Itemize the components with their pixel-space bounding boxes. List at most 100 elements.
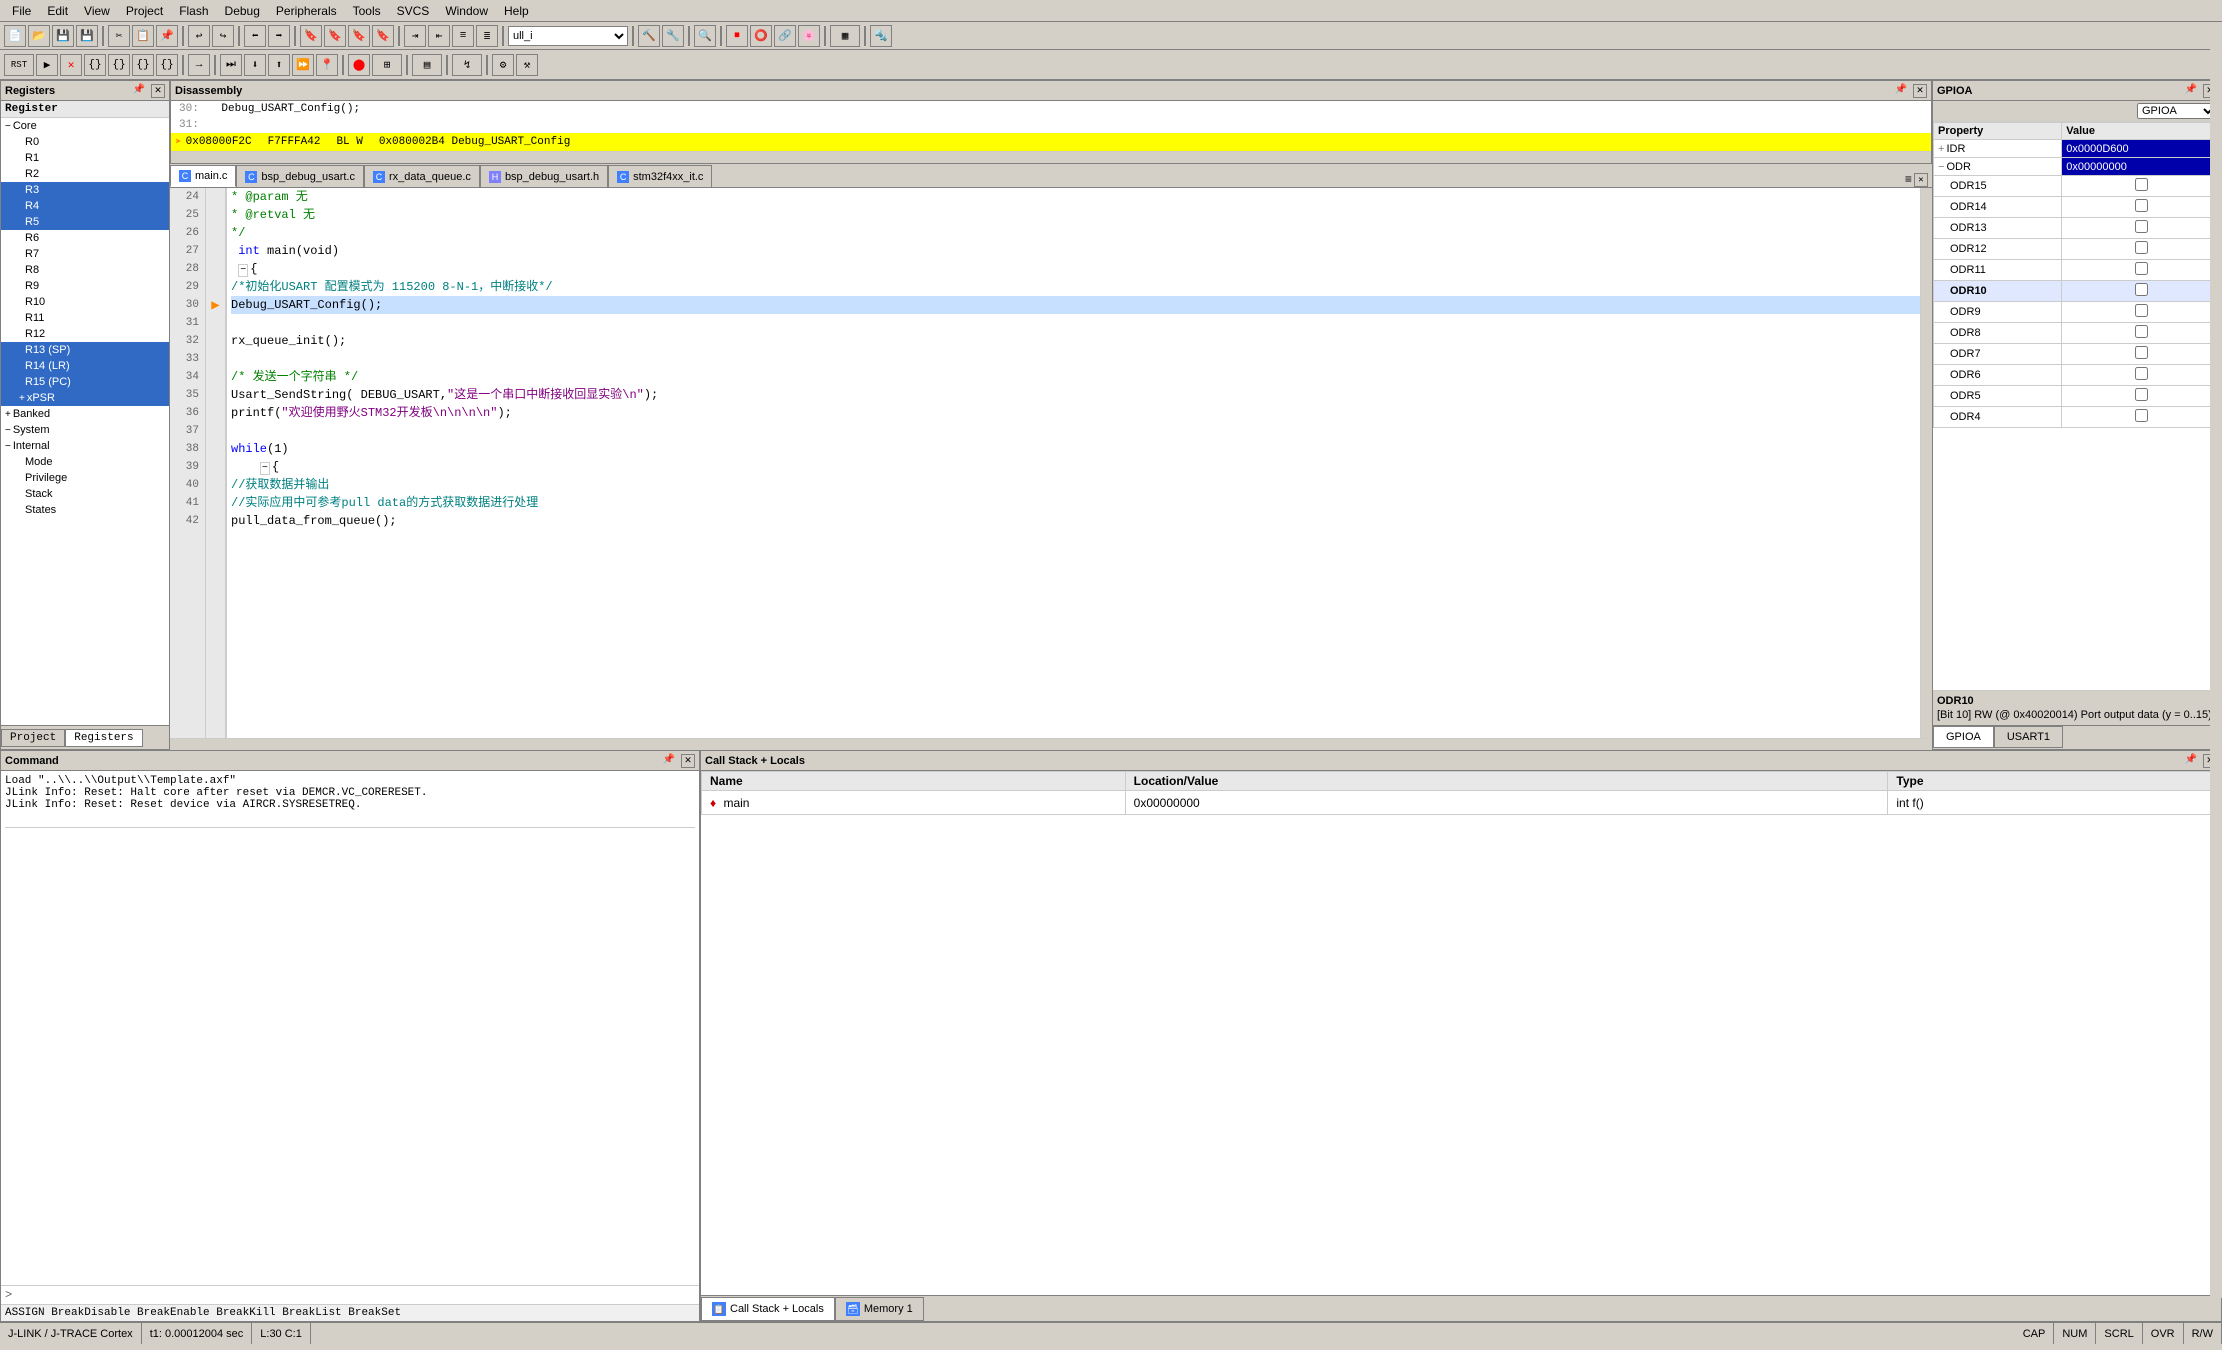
reg-r15[interactable]: R15 (PC) (1, 374, 169, 390)
prop-odr10-cb[interactable] (2062, 281, 2221, 302)
prop-odr8-cb[interactable] (2062, 323, 2221, 344)
reg-stack[interactable]: Stack (1, 486, 169, 502)
braces4-btn[interactable]: {} (156, 54, 178, 76)
reg-r5[interactable]: R5 (1, 214, 169, 230)
reg-r10[interactable]: R10 (1, 294, 169, 310)
search-btn[interactable]: 🔍 (694, 25, 716, 47)
disasm-scrollbar[interactable] (171, 151, 1931, 163)
odr15-checkbox[interactable] (2135, 178, 2148, 191)
prop-odr14-cb[interactable] (2062, 197, 2221, 218)
odr14-checkbox[interactable] (2135, 199, 2148, 212)
nav-fwd-btn[interactable]: ➡ (268, 25, 290, 47)
pin-callstack-icon[interactable]: 📌 (2185, 754, 2197, 768)
reg-r13[interactable]: R13 (SP) (1, 342, 169, 358)
reg-mode[interactable]: Mode (1, 454, 169, 470)
step-out-btn[interactable]: ⬆ (268, 54, 290, 76)
rebuild-btn[interactable]: 🔧 (662, 25, 684, 47)
indent-btn[interactable]: ⇥ (404, 25, 426, 47)
close-code-btn[interactable]: ✕ (1914, 173, 1928, 187)
debug-flower-btn[interactable]: 🌸 (798, 25, 820, 47)
rst-btn[interactable]: RST (4, 54, 34, 76)
prop-odr15-cb[interactable] (2062, 176, 2221, 197)
save-btn[interactable]: 💾 (52, 25, 74, 47)
menu-project[interactable]: Project (118, 2, 171, 20)
cl28-fold[interactable]: − (238, 264, 248, 277)
reg-group-system[interactable]: − System (1, 422, 169, 438)
debug-circle-btn[interactable]: ⭕ (750, 25, 772, 47)
arrow-btn[interactable]: → (188, 54, 210, 76)
new-btn[interactable]: 📄 (4, 25, 26, 47)
call-stack-content[interactable]: Name Location/Value Type ♦ main 0x000000… (701, 771, 2221, 1295)
pin-command-icon[interactable]: 📌 (663, 754, 675, 768)
odr11-checkbox[interactable] (2135, 262, 2148, 275)
menu-window[interactable]: Window (437, 2, 496, 20)
reg-r11[interactable]: R11 (1, 310, 169, 326)
settings-btn[interactable]: ⚙ (492, 54, 514, 76)
reg-r0[interactable]: R0 (1, 134, 169, 150)
win-btn[interactable]: ⊞ (372, 54, 402, 76)
debug-link-btn[interactable]: 🔗 (774, 25, 796, 47)
odr13-checkbox[interactable] (2135, 220, 2148, 233)
system-expand-icon[interactable]: − (5, 425, 11, 436)
nav-back-btn[interactable]: ⬅ (244, 25, 266, 47)
menu-debug[interactable]: Debug (217, 2, 268, 20)
xpsr-expand-icon[interactable]: + (19, 393, 25, 404)
pin-gpioa-icon[interactable]: 📌 (2185, 84, 2197, 98)
trace-btn[interactable]: ↯ (452, 54, 482, 76)
braces1-btn[interactable]: {} (84, 54, 106, 76)
bookmark3-btn[interactable]: 🔖 (348, 25, 370, 47)
code-vscrollbar[interactable] (1920, 188, 1932, 738)
prop-odr12-cb[interactable] (2062, 239, 2221, 260)
menu-flash[interactable]: Flash (171, 2, 216, 20)
paste-btn[interactable]: 📌 (156, 25, 178, 47)
bookmark-btn[interactable]: 🔖 (300, 25, 322, 47)
usart1-tab[interactable]: USART1 (1994, 726, 2063, 748)
reg-r6[interactable]: R6 (1, 230, 169, 246)
registers-scroll[interactable]: − Core R0 R1 R2 R3 R4 R5 R6 R7 R8 R9 R10… (1, 118, 169, 725)
banked-expand-icon[interactable]: + (5, 409, 11, 420)
gpioa-tab[interactable]: GPIOA (1933, 726, 1994, 748)
code-hscrollbar[interactable] (170, 738, 1932, 750)
format2-btn[interactable]: ≣ (476, 25, 498, 47)
gpioa-prop-scroll[interactable]: Property Value +IDR 0x0000D600 −ODR (1933, 122, 2221, 690)
tab-rx-queue-c[interactable]: C rx_data_queue.c (364, 165, 480, 187)
menu-view[interactable]: View (76, 2, 118, 20)
reg-group-banked[interactable]: + Banked (1, 406, 169, 422)
redo-btn[interactable]: ↪ (212, 25, 234, 47)
reg-r9[interactable]: R9 (1, 278, 169, 294)
prop-odr13-cb[interactable] (2062, 218, 2221, 239)
menu-svcs[interactable]: SVCS (389, 2, 438, 20)
odr7-checkbox[interactable] (2135, 346, 2148, 359)
reg-privilege[interactable]: Privilege (1, 470, 169, 486)
tab-main-c[interactable]: C main.c (170, 165, 236, 187)
menu-edit[interactable]: Edit (39, 2, 76, 20)
undo-btn[interactable]: ↩ (188, 25, 210, 47)
odr10-checkbox[interactable] (2135, 283, 2148, 296)
tools-btn[interactable]: 🔩 (870, 25, 892, 47)
reg-r4[interactable]: R4 (1, 198, 169, 214)
close-command-btn[interactable]: ✕ (681, 754, 695, 768)
reg-r1[interactable]: R1 (1, 150, 169, 166)
debug-stop-btn[interactable]: ⏹ (726, 25, 748, 47)
odr8-checkbox[interactable] (2135, 325, 2148, 338)
pin-disasm-icon[interactable]: 📌 (1895, 84, 1907, 98)
step-over-btn[interactable]: ⏭ (220, 54, 242, 76)
reg-r12[interactable]: R12 (1, 326, 169, 342)
cut-btn[interactable]: ✂ (108, 25, 130, 47)
gpioa-vscroll[interactable] (2210, 44, 2222, 1298)
odr12-checkbox[interactable] (2135, 241, 2148, 254)
reg-r2[interactable]: R2 (1, 166, 169, 182)
bookmark2-btn[interactable]: 🔖 (324, 25, 346, 47)
prop-odr6-cb[interactable] (2062, 365, 2221, 386)
reg-group-core[interactable]: − Core (1, 118, 169, 134)
reg-r3[interactable]: R3 (1, 182, 169, 198)
prop-odr9-cb[interactable] (2062, 302, 2221, 323)
odr4-checkbox[interactable] (2135, 409, 2148, 422)
format-btn[interactable]: ≡ (452, 25, 474, 47)
show-next-btn[interactable]: 📍 (316, 54, 338, 76)
odr-expand-icon[interactable]: − (1938, 161, 1944, 173)
pin-icon[interactable]: 📌 (133, 84, 145, 98)
prop-odr7-cb[interactable] (2062, 344, 2221, 365)
close-disasm-btn[interactable]: ✕ (1913, 84, 1927, 98)
breakpoint-btn[interactable]: ⬤ (348, 54, 370, 76)
